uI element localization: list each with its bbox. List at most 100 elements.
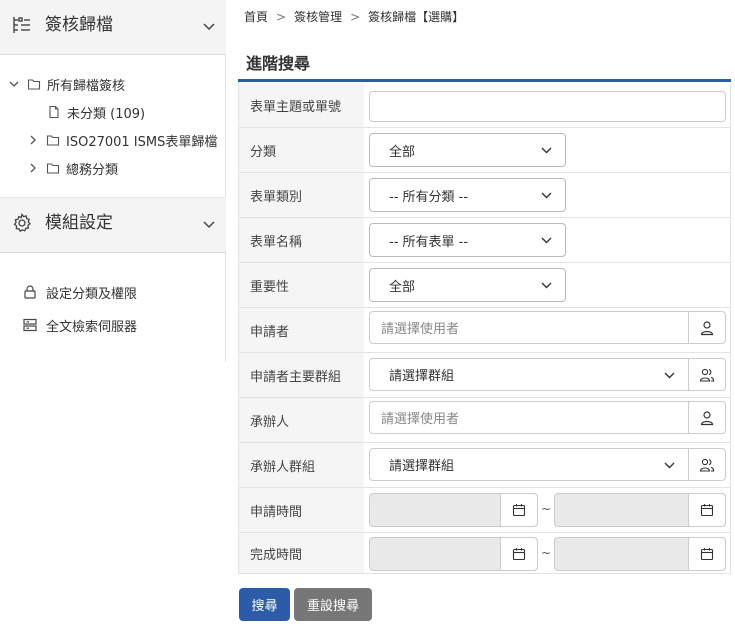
chevron-down-icon [203,221,215,229]
chevron-down-icon [541,237,552,244]
tree-node-label: ISO27001 ISMS表單歸檔 [66,134,218,150]
range-separator: ~ [541,502,552,516]
handler-picker[interactable]: 請選擇使用者 [369,401,726,434]
user-icon [700,320,714,335]
calendar-icon [512,548,526,561]
form-name-select[interactable]: -- 所有表單 -- [369,223,566,257]
chevron-down-icon [541,147,552,154]
select-value: 全部 [389,144,416,160]
select-value: 請選擇群組 [389,459,455,474]
handler-input[interactable]: 請選擇使用者 [381,402,459,433]
breadcrumb-separator: > [350,9,361,24]
breadcrumb-home[interactable]: 首頁 [244,8,268,25]
select-user-button[interactable] [688,312,725,343]
field-label: 重要性 [239,263,364,307]
link-category-permissions[interactable]: 設定分類及權限 [22,281,137,303]
calendar-button[interactable] [500,494,537,526]
applicant-group-select[interactable]: 請選擇群組 [369,358,726,391]
field-label: 承辦人群組 [239,443,364,487]
tree-list-icon [13,17,30,33]
field-label: 承辦人 [239,398,364,442]
server-icon [23,318,37,332]
archive-section-title: 簽核歸檔 [45,15,113,35]
user-icon [700,410,714,425]
applicant-picker[interactable]: 請選擇使用者 [369,311,726,344]
calendar-button[interactable] [688,538,725,570]
subject-input[interactable] [369,91,726,122]
users-icon [699,458,715,472]
module-settings-title: 模組設定 [45,213,113,233]
tree-node-label: 總務分類 [66,162,119,178]
row-subject: 表單主題或單號 [239,83,730,128]
field-label: 表單類別 [239,173,364,217]
calendar-button[interactable] [688,494,725,526]
row-handler: 承辦人 請選擇使用者 [239,398,730,443]
field-label: 表單名稱 [239,218,364,262]
importance-select[interactable]: 全部 [369,268,566,302]
tree-node-all[interactable]: 所有歸檔簽核 [7,73,125,95]
module-settings-header[interactable]: 模組設定 [0,197,226,253]
tree-node-general-affairs[interactable]: 總務分類 [26,157,118,179]
select-group-button[interactable] [688,449,725,480]
link-label: 設定分類及權限 [46,286,138,302]
field-label: 表單主題或單號 [239,83,364,127]
field-label: 申請時間 [239,488,364,532]
apply-time-end[interactable] [554,493,726,527]
select-value: 請選擇群組 [389,369,455,384]
calendar-icon [512,504,526,517]
handler-group-select[interactable]: 請選擇群組 [369,448,726,481]
folder-icon [46,135,60,146]
range-separator: ~ [541,546,552,560]
row-form-name: 表單名稱 -- 所有表單 -- [239,218,730,263]
chevron-down-icon[interactable] [7,77,21,91]
link-fulltext-server[interactable]: 全文檢索伺服器 [22,314,137,336]
chevron-right-icon[interactable] [26,133,40,147]
users-icon [699,368,715,382]
field-label: 申請者主要群組 [239,353,364,397]
form-type-select[interactable]: -- 所有分類 -- [369,178,566,212]
calendar-icon [700,504,714,517]
folder-icon [46,163,60,174]
select-value: -- 所有表單 -- [389,234,469,250]
applicant-input[interactable]: 請選擇使用者 [381,312,459,343]
tree-node-iso27001[interactable]: ISO27001 ISMS表單歸檔 [26,129,217,151]
calendar-button[interactable] [500,538,537,570]
select-group-button[interactable] [688,359,725,390]
tree-node-label: 所有歸檔簽核 [47,78,126,94]
folder-icon [27,79,41,90]
select-user-button[interactable] [688,402,725,433]
reset-search-button[interactable]: 重設搜尋 [294,588,372,621]
row-handler-group: 承辦人群組 請選擇群組 [239,443,730,488]
finish-time-start[interactable] [369,537,538,571]
row-applicant: 申請者 請選擇使用者 [239,308,730,353]
archive-section-header[interactable]: 簽核歸檔 [0,0,226,55]
tree-node-label: 未分類 (109) [67,106,146,122]
breadcrumb-current: 簽核歸檔【選購】 [368,10,465,24]
breadcrumb-approval-management[interactable]: 簽核管理 [294,8,342,25]
tree-node-uncategorized[interactable]: 未分類 (109) [47,101,145,123]
field-label: 分類 [239,128,364,172]
chevron-down-icon [664,372,675,379]
row-applicant-group: 申請者主要群組 請選擇群組 [239,353,730,398]
select-value: 全部 [389,279,416,295]
chevron-right-icon[interactable] [26,161,40,175]
title-underline [238,79,731,82]
field-label: 申請者 [239,308,364,352]
search-button[interactable]: 搜尋 [239,588,290,621]
chevron-down-icon [541,192,552,199]
gear-icon [13,213,31,233]
lock-icon [24,285,36,299]
breadcrumb: 首頁 > 簽核管理 > 簽核歸檔【選購】 [244,8,464,25]
apply-time-start[interactable] [369,493,538,527]
chevron-down-icon [203,23,215,31]
row-apply-time: 申請時間 ~ [239,488,730,533]
sidebar: 簽核歸檔 所有歸檔簽核 未分類 (109) ISO27001 ISMS表單歸檔 … [0,0,226,362]
field-label: 完成時間 [239,533,364,573]
advanced-search-form: 表單主題或單號 分類 全部 表單類別 -- 所有分類 -- 表單名稱 -- 所有… [238,83,731,574]
category-select[interactable]: 全部 [369,133,566,167]
row-importance: 重要性 全部 [239,263,730,308]
section-title: 進階搜尋 [246,54,311,73]
finish-time-end[interactable] [554,537,726,571]
select-value: -- 所有分類 -- [389,189,469,205]
file-icon [49,105,59,119]
